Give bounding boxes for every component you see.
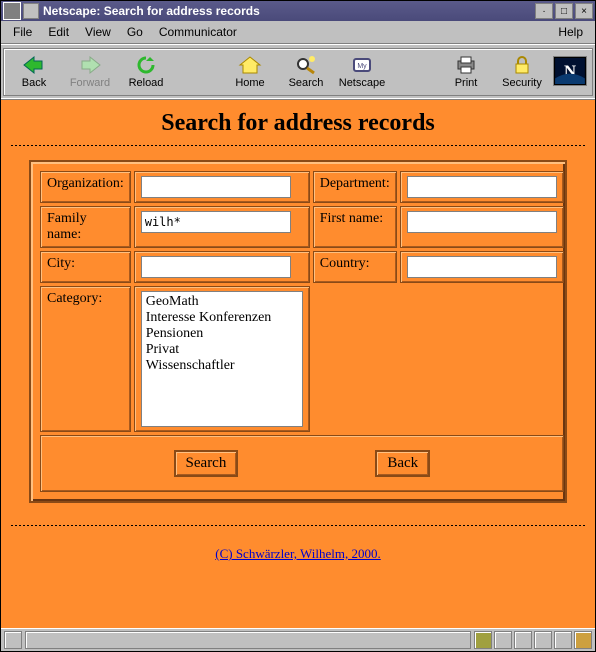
first-name-label: First name: — [313, 206, 397, 248]
search-submit-button[interactable]: Search — [174, 450, 239, 477]
tray-icon[interactable] — [554, 631, 572, 649]
forward-button: Forward — [62, 53, 118, 91]
back-label: Back — [22, 77, 46, 89]
menu-view[interactable]: View — [77, 23, 119, 41]
netscape-label: Netscape — [339, 77, 385, 89]
content-area: Search for address records Organization:… — [1, 100, 595, 628]
first-name-input[interactable] — [407, 211, 557, 233]
search-form-table: Organization: Department: Family name: F… — [37, 168, 567, 495]
divider — [11, 145, 585, 146]
status-tray — [473, 631, 593, 649]
statusbar — [1, 628, 595, 651]
department-label: Department: — [313, 171, 397, 203]
netscape-button[interactable]: My Netscape — [334, 53, 390, 91]
tray-icon[interactable] — [494, 631, 512, 649]
netscape-n-icon: N — [553, 56, 587, 86]
reload-button[interactable]: Reload — [118, 53, 174, 91]
category-option[interactable]: Interesse Konferenzen — [146, 310, 298, 326]
category-option[interactable]: Wissenschaftler — [146, 358, 298, 374]
maximize-button[interactable]: □ — [555, 3, 573, 19]
family-name-input[interactable] — [141, 211, 291, 233]
toolbar: Back Forward Reload Home Search My Nets — [1, 44, 595, 100]
tray-icon[interactable] — [574, 631, 592, 649]
security-label: Security — [502, 77, 542, 89]
city-label: City: — [40, 251, 131, 283]
category-listbox[interactable]: GeoMathInteresse KonferenzenPensionenPri… — [141, 291, 303, 427]
menu-communicator[interactable]: Communicator — [151, 23, 245, 41]
back-form-button[interactable]: Back — [375, 450, 430, 477]
page-title: Search for address records — [11, 110, 585, 137]
print-label: Print — [455, 77, 478, 89]
category-option[interactable]: Privat — [146, 342, 298, 358]
search-form-frame: Organization: Department: Family name: F… — [29, 160, 567, 503]
app-icon — [3, 2, 21, 20]
tray-icon[interactable] — [474, 631, 492, 649]
window-title: Netscape: Search for address records — [43, 4, 533, 18]
tray-icon[interactable] — [514, 631, 532, 649]
department-input[interactable] — [407, 176, 557, 198]
copyright: (C) Schwärzler, Wilhelm, 2000. — [11, 546, 585, 562]
minimize-button[interactable]: · — [535, 3, 553, 19]
category-option[interactable]: Pensionen — [146, 326, 298, 342]
back-button[interactable]: Back — [6, 53, 62, 91]
reload-label: Reload — [129, 77, 164, 89]
pin-icon[interactable] — [23, 3, 39, 19]
menu-edit[interactable]: Edit — [40, 23, 77, 41]
close-button[interactable]: × — [575, 3, 593, 19]
menu-help[interactable]: Help — [550, 23, 591, 41]
print-button[interactable]: Print — [438, 53, 494, 91]
netscape-icon: My — [350, 55, 374, 75]
print-icon — [454, 55, 478, 75]
security-button[interactable]: Security — [494, 53, 550, 91]
search-icon — [294, 55, 318, 75]
search-button[interactable]: Search — [278, 53, 334, 91]
status-security-icon[interactable] — [4, 631, 22, 649]
country-input[interactable] — [407, 256, 557, 278]
lock-icon — [510, 55, 534, 75]
toolbar-wrap: Back Forward Reload Home Search My Nets — [3, 48, 593, 96]
window-frame: Netscape: Search for address records · □… — [0, 0, 596, 652]
forward-arrow-icon — [78, 55, 102, 75]
status-message — [25, 631, 471, 649]
menu-go[interactable]: Go — [119, 23, 151, 41]
forward-label: Forward — [70, 77, 110, 89]
netscape-logo[interactable]: N — [550, 54, 590, 90]
home-label: Home — [235, 77, 264, 89]
family-name-label: Family name: — [40, 206, 131, 248]
menu-file[interactable]: File — [5, 23, 40, 41]
reload-icon — [134, 55, 158, 75]
svg-text:My: My — [357, 63, 367, 70]
home-icon — [238, 55, 262, 75]
city-input[interactable] — [141, 256, 291, 278]
category-option[interactable]: GeoMath — [146, 294, 298, 310]
search-label: Search — [289, 77, 324, 89]
home-button[interactable]: Home — [222, 53, 278, 91]
category-label: Category: — [40, 286, 131, 432]
divider — [11, 525, 585, 526]
titlebar: Netscape: Search for address records · □… — [1, 1, 595, 21]
organization-label: Organization: — [40, 171, 131, 203]
back-arrow-icon — [22, 55, 46, 75]
copyright-link[interactable]: (C) Schwärzler, Wilhelm, 2000. — [215, 546, 381, 561]
menubar: File Edit View Go Communicator Help — [1, 21, 595, 44]
organization-input[interactable] — [141, 176, 291, 198]
tray-icon[interactable] — [534, 631, 552, 649]
country-label: Country: — [313, 251, 397, 283]
